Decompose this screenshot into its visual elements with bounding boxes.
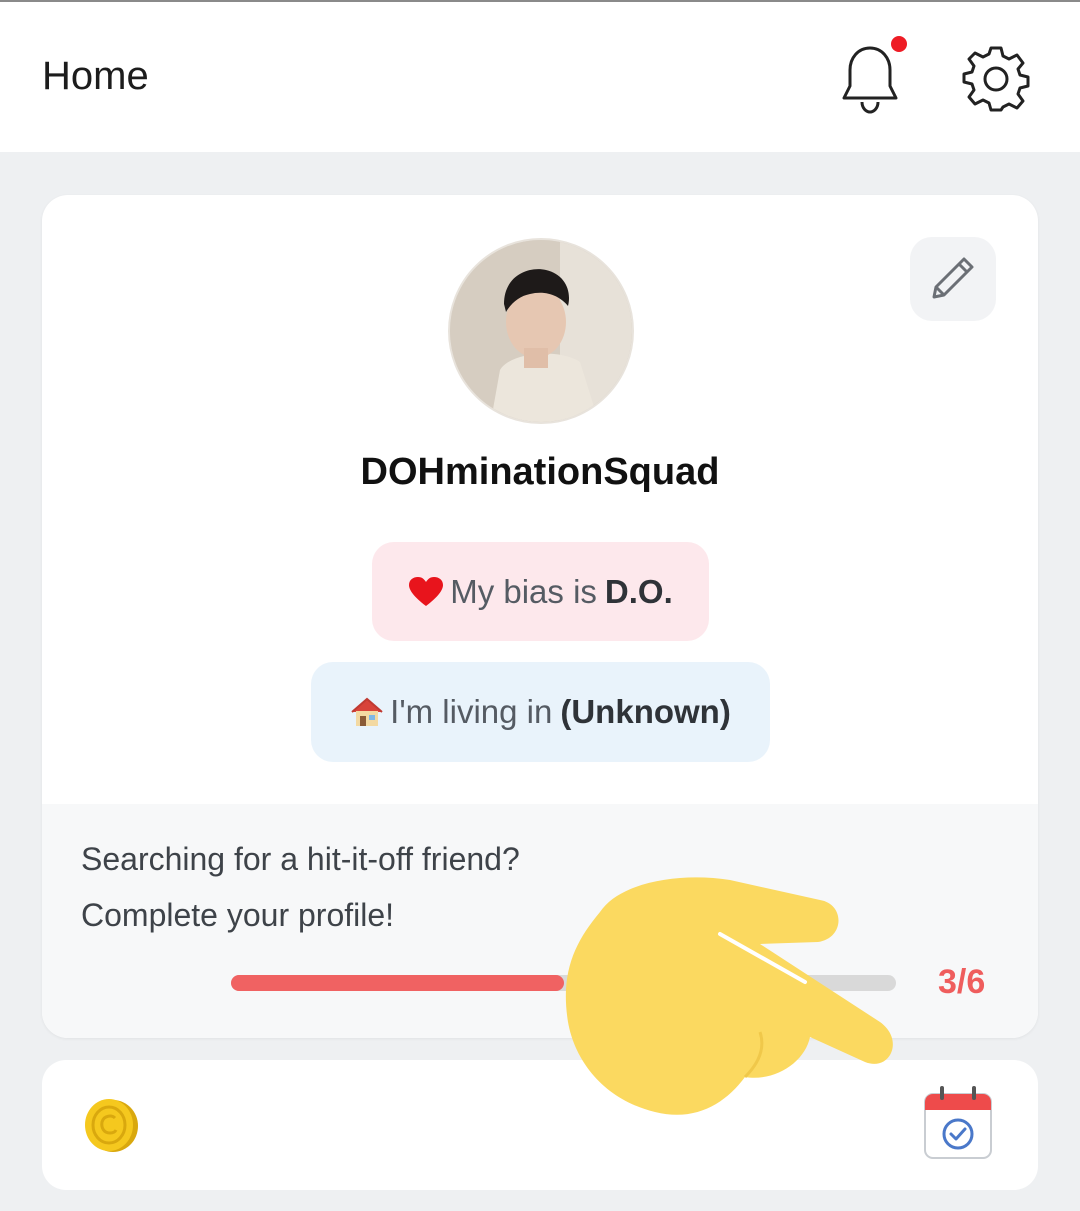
avatar[interactable] (448, 238, 634, 424)
location-prefix: I'm living in (390, 693, 553, 730)
rewards-card (42, 1060, 1038, 1190)
calendar-check-icon[interactable] (922, 1084, 994, 1162)
bias-prefix: My bias is (450, 572, 597, 610)
gear-icon[interactable] (962, 44, 1030, 112)
heart-icon (408, 576, 444, 608)
notification-badge (891, 36, 907, 52)
bell-icon[interactable] (838, 42, 902, 114)
location-value: (Unknown) (560, 693, 731, 730)
completion-progress-fill (231, 975, 564, 991)
coin-icon[interactable] (82, 1096, 140, 1154)
bias-pill[interactable]: My bias is D.O. (372, 542, 709, 641)
location-pill[interactable]: I'm living in (Unknown) (311, 662, 770, 762)
completion-count: 3/6 (938, 963, 986, 1001)
avatar-photo (450, 240, 632, 422)
profile-completion-section[interactable]: Searching for a hit-it-off friend? Compl… (42, 804, 1038, 1038)
top-bar: Home (0, 0, 1080, 152)
house-icon (350, 696, 384, 728)
completion-progress-bar (231, 975, 896, 991)
completion-line-1: Searching for a hit-it-off friend? (81, 841, 520, 877)
username: DOHminationSquad (360, 451, 720, 493)
completion-line-2: Complete your profile! (81, 897, 395, 933)
page-title: Home (42, 54, 149, 98)
bias-value: D.O. (604, 572, 673, 610)
pencil-icon (932, 257, 974, 299)
edit-profile-button[interactable] (910, 237, 996, 321)
profile-card: DOHminationSquad My bias is D.O. I'm liv… (42, 195, 1038, 1038)
